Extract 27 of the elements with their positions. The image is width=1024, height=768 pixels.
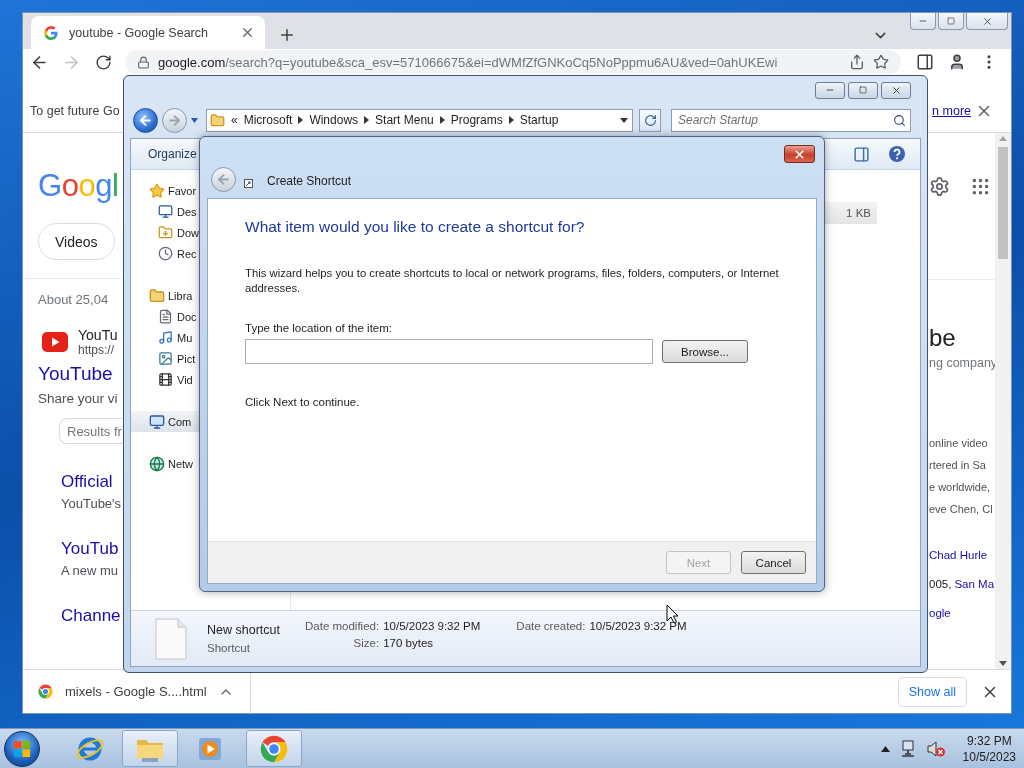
field-label: Date modified: [305, 620, 380, 632]
field-label: Type the location of the item: [245, 322, 394, 334]
field-value: 170 bytes [383, 637, 435, 649]
site-name: YouTu [78, 327, 118, 343]
panel-subtitle: ng company [929, 356, 995, 370]
file-type: Shortcut [207, 642, 251, 654]
field-label: Date created: [516, 620, 586, 632]
description-line: eve Chen, Cl [929, 502, 994, 517]
result-stats: About 25,04 [38, 292, 110, 307]
info-message: To get future Go [30, 103, 120, 118]
description-line: rtered in Sa [929, 458, 987, 473]
dialog-title: Create Shortcut [267, 174, 352, 190]
fact-text: 005, [929, 577, 952, 592]
field-label: Size: [352, 637, 380, 649]
file-name: New shortcut [207, 623, 281, 637]
panel-title: be [929, 324, 957, 352]
result-snippet: Share your vi [38, 391, 119, 406]
sitelink-snippet: YouTube's [61, 496, 123, 511]
description-text: This wizard helps you to create shortcuts to local or network programs, files, folders, computers, or Internet addresses. [245, 266, 780, 296]
description-line: online video [929, 436, 989, 451]
field-value: 10/5/2023 9:32 PM [383, 620, 481, 632]
field-value: 10/5/2023 9:32 PM [589, 620, 687, 632]
sitelink-snippet: A new mu [61, 563, 120, 578]
site-url: https:// [78, 343, 116, 357]
search-logo: Googl [38, 167, 120, 205]
hint-text: Click Next to continue. [245, 396, 361, 408]
description-line: e worldwide, [929, 480, 992, 495]
